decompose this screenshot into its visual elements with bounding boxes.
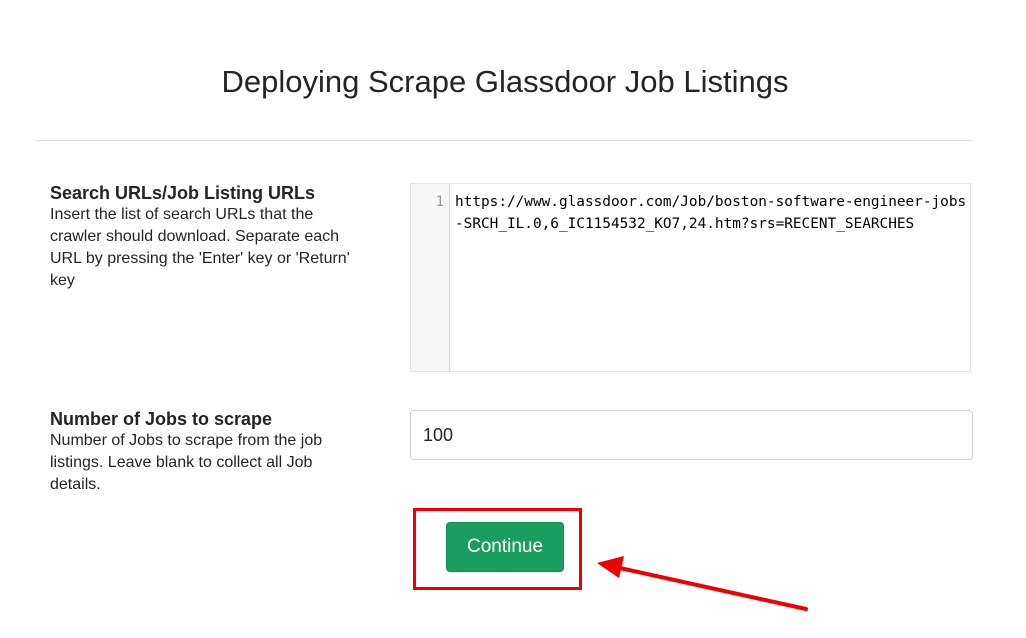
continue-button[interactable]: Continue bbox=[446, 522, 564, 572]
page-title: Deploying Scrape Glassdoor Job Listings bbox=[221, 64, 789, 99]
search-urls-help: Insert the list of search URLs that the … bbox=[50, 206, 350, 289]
search-urls-text[interactable]: https://www.glassdoor.com/Job/boston-sof… bbox=[455, 191, 967, 235]
divider bbox=[36, 140, 973, 141]
num-jobs-label-group: Number of Jobs to scrape Number of Jobs … bbox=[50, 408, 350, 496]
line-number-gutter: 1 bbox=[411, 184, 450, 371]
deploy-page: Deploying Scrape Glassdoor Job Listings … bbox=[0, 0, 1026, 638]
num-jobs-input[interactable] bbox=[410, 410, 973, 460]
num-jobs-help: Number of Jobs to scrape from the job li… bbox=[50, 432, 323, 493]
search-urls-label: Search URLs/Job Listing URLs bbox=[50, 183, 316, 203]
line-number: 1 bbox=[435, 194, 444, 210]
search-urls-label-group: Search URLs/Job Listing URLs Insert the … bbox=[50, 182, 350, 292]
num-jobs-label: Number of Jobs to scrape bbox=[50, 409, 273, 429]
search-urls-editor[interactable]: 1 https://www.glassdoor.com/Job/boston-s… bbox=[410, 183, 971, 372]
